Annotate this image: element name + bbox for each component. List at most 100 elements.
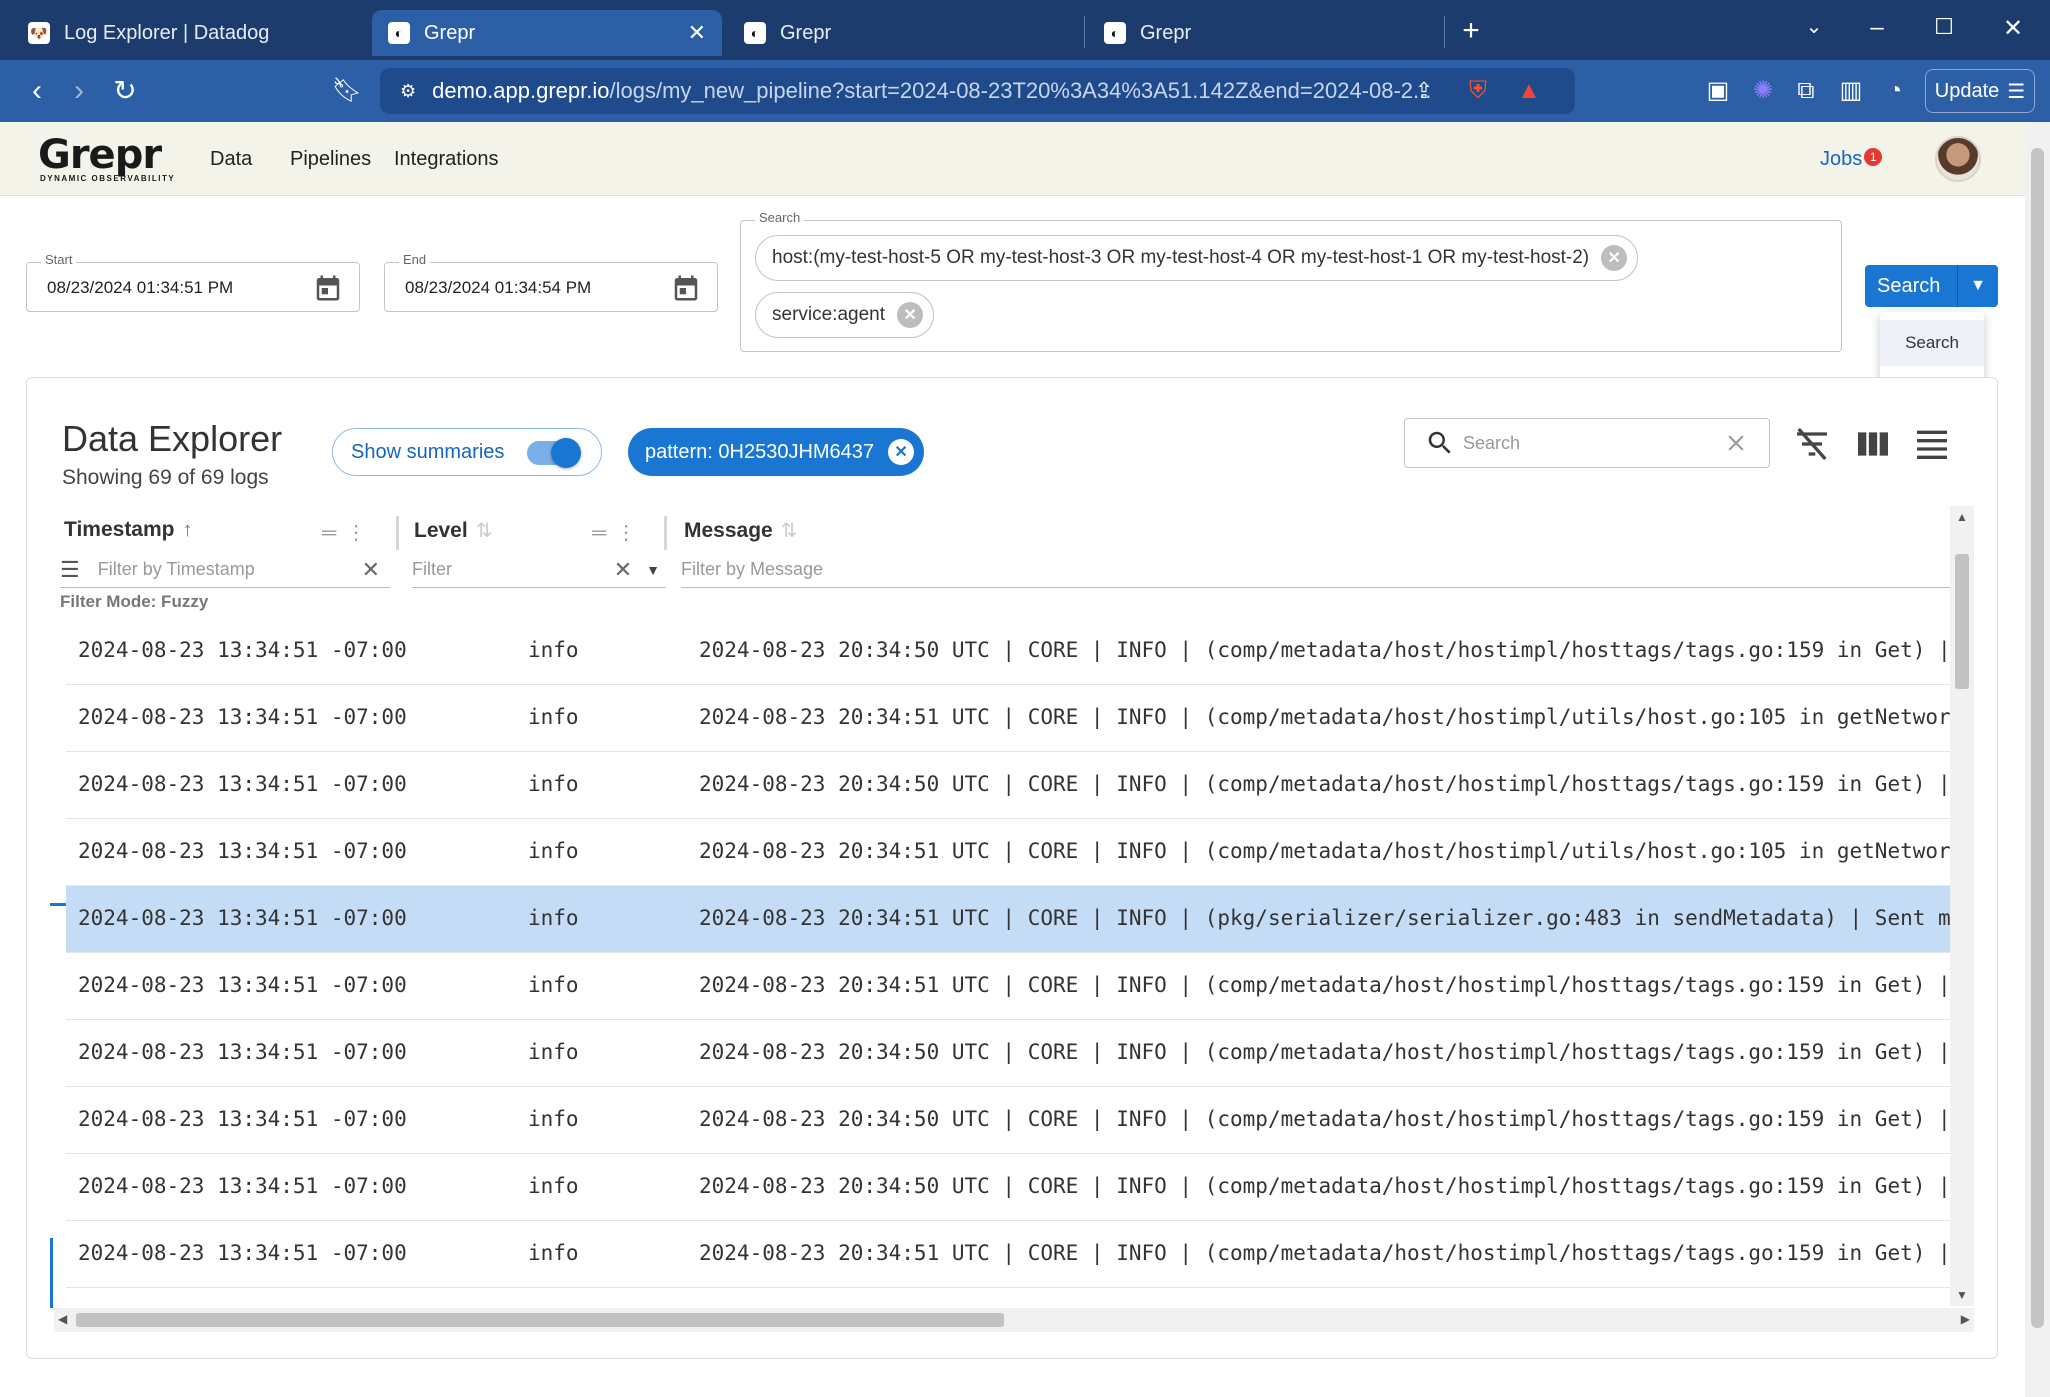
bookmark-icon[interactable]: 🔖︎ xyxy=(330,74,364,108)
column-options-icon[interactable]: ⋮ xyxy=(616,522,646,544)
extension-2-icon[interactable]: ✺ xyxy=(1748,76,1778,106)
filter-list-icon[interactable]: ☰ xyxy=(60,557,80,583)
search-button[interactable]: Search xyxy=(1865,275,1957,298)
extensions-puzzle-icon[interactable]: ⧉ xyxy=(1791,76,1821,106)
pattern-filter-chip[interactable]: pattern: 0H2530JHM6437 ✕ xyxy=(628,428,925,476)
tab-grepr-3[interactable]: ◐ Grepr xyxy=(1104,10,1434,56)
sidebar-icon[interactable]: ▥ xyxy=(1836,76,1866,106)
nav-integrations[interactable]: Integrations xyxy=(394,148,499,171)
menu-item-search[interactable]: Search xyxy=(1880,320,1984,366)
drag-handle-icon[interactable]: ═ xyxy=(322,522,346,544)
page-scrollbar-thumb[interactable] xyxy=(2031,148,2044,1328)
level-filter[interactable]: Filter ✕ ▼ xyxy=(412,552,666,588)
scroll-up-icon[interactable]: ▲ xyxy=(1956,510,1968,524)
row-timestamp: 2024-08-23 13:34:51 -07:00 xyxy=(78,839,407,863)
scroll-right-icon[interactable]: ▶ xyxy=(1961,1312,1970,1326)
start-value: 08/23/2024 01:34:51 PM xyxy=(47,278,234,297)
tab-search-chevron-icon[interactable]: ⌄ xyxy=(1797,14,1831,39)
table-search-input[interactable] xyxy=(1463,432,1703,454)
extension-1-icon[interactable]: ▣ xyxy=(1703,76,1733,106)
column-header-timestamp[interactable]: Timestamp ↑ xyxy=(64,518,193,542)
clear-filter-icon[interactable]: ✕ xyxy=(614,557,632,583)
table-row[interactable]: 2024-08-23 13:34:51 -07:00 info 2024-08-23… xyxy=(66,1020,1952,1087)
column-label: Timestamp xyxy=(64,518,175,541)
maximize-icon[interactable]: ☐ xyxy=(1927,14,1961,40)
page-scrollbar[interactable] xyxy=(2025,122,2050,1397)
table-row[interactable]: 2024-08-23 13:34:51 -07:00 info 2024-08-23… xyxy=(66,886,1952,953)
close-window-icon[interactable]: ✕ xyxy=(1996,14,2030,43)
close-tab-icon[interactable]: ✕ xyxy=(688,20,706,46)
tab-grepr-2[interactable]: ◐ Grepr xyxy=(744,10,1074,56)
forward-icon[interactable]: › xyxy=(62,74,96,108)
scroll-down-icon[interactable]: ▼ xyxy=(1956,1288,1968,1302)
query-search-box[interactable]: Search host:(my-test-host-5 OR my-test-h… xyxy=(740,210,1842,352)
tab-datadog[interactable]: 🐶 Log Explorer | Datadog xyxy=(28,10,368,56)
dropdown-arrow-icon[interactable]: ▼ xyxy=(1958,277,1998,295)
sort-icon[interactable]: ⇅ xyxy=(476,518,493,543)
density-icon[interactable] xyxy=(1912,424,1952,464)
summaries-switch[interactable] xyxy=(527,438,581,468)
table-row[interactable]: 2024-08-23 13:34:51 -07:00 info 2024-08-23… xyxy=(66,752,1952,819)
column-menu-timestamp[interactable]: ═⋮ xyxy=(322,520,376,545)
start-date-field[interactable]: Start 08/23/2024 01:34:51 PM xyxy=(26,252,360,312)
query-chip-service[interactable]: service:agent ✕ xyxy=(755,292,935,338)
grid-vertical-thumb[interactable] xyxy=(1955,554,1969,689)
calendar-icon[interactable] xyxy=(671,273,701,303)
column-menu-level[interactable]: ═⋮ xyxy=(592,520,646,545)
remove-chip-icon[interactable]: ✕ xyxy=(897,302,924,328)
table-row[interactable]: 2024-08-23 13:34:51 -07:00 info 2024-08-23… xyxy=(66,953,1952,1020)
sort-icon[interactable]: ⇅ xyxy=(781,518,798,543)
jobs-link[interactable]: Jobs 1 xyxy=(1820,148,1883,171)
remove-pattern-icon[interactable]: ✕ xyxy=(888,439,915,465)
query-chip-host[interactable]: host:(my-test-host-5 OR my-test-host-3 O… xyxy=(755,235,1639,281)
brave-shield-icon[interactable]: ⛨ xyxy=(1463,76,1493,106)
column-resize-handle[interactable] xyxy=(664,516,667,550)
reload-icon[interactable]: ↻ xyxy=(108,74,142,108)
clear-filters-icon[interactable] xyxy=(1792,424,1832,464)
search-split-button[interactable]: Search ▼ xyxy=(1865,265,1998,307)
remove-chip-icon[interactable]: ✕ xyxy=(1601,245,1628,271)
share-icon[interactable]: ⇪ xyxy=(1409,76,1439,106)
grepr-logo[interactable]: Grepr xyxy=(38,132,162,178)
table-row[interactable]: 2024-08-23 13:34:51 -07:00 info 2024-08-23… xyxy=(66,1221,1952,1288)
table-row[interactable]: 2024-08-23 13:34:51 -07:00 info 2024-08-23… xyxy=(66,618,1952,685)
sort-ascending-icon[interactable]: ↑ xyxy=(183,519,193,542)
column-header-message[interactable]: Message ⇅ xyxy=(684,518,797,543)
grid-horizontal-thumb[interactable] xyxy=(76,1313,1004,1327)
site-settings-icon[interactable]: ⚙ xyxy=(400,81,416,102)
table-row[interactable]: 2024-08-23 13:34:51 -07:00 info 2024-08-23… xyxy=(66,685,1952,752)
nav-data[interactable]: Data xyxy=(210,148,252,171)
grid-horizontal-scrollbar[interactable]: ◀ ▶ xyxy=(54,1308,1974,1332)
address-bar[interactable]: ⚙ demo.app.grepr.io /logs/my_new_pipelin… xyxy=(380,68,1575,114)
nav-pipelines[interactable]: Pipelines xyxy=(290,148,371,171)
columns-icon[interactable] xyxy=(1853,424,1893,464)
message-filter[interactable]: Filter by Message xyxy=(681,552,1951,588)
tab-grepr-active[interactable]: ◐ Grepr ✕ xyxy=(372,10,722,56)
user-avatar[interactable] xyxy=(1935,136,1981,182)
update-button[interactable]: Update ☰ xyxy=(1925,69,2035,113)
new-tab-icon[interactable]: + xyxy=(1454,14,1488,48)
column-resize-handle[interactable] xyxy=(396,516,399,550)
row-timestamp: 2024-08-23 13:34:51 -07:00 xyxy=(78,973,407,997)
chip-text: service:agent xyxy=(772,304,886,325)
column-header-level[interactable]: Level ⇅ xyxy=(414,518,492,543)
end-date-field[interactable]: End 08/23/2024 01:34:54 PM xyxy=(384,252,718,312)
clear-filter-icon[interactable]: ✕ xyxy=(362,557,380,583)
table-row[interactable]: 2024-08-23 13:34:51 -07:00 info 2024-08-23… xyxy=(66,819,1952,886)
table-row[interactable]: 2024-08-23 13:34:51 -07:00 info 2024-08-23… xyxy=(66,1154,1952,1221)
timestamp-filter[interactable]: ☰ Filter by Timestamp ✕ xyxy=(60,552,390,588)
show-summaries-toggle[interactable]: Show summaries xyxy=(332,428,602,476)
wallet-icon[interactable]: ◔ xyxy=(1880,76,1910,106)
clear-search-icon[interactable] xyxy=(1723,430,1749,456)
brave-rewards-icon[interactable]: ▲ xyxy=(1514,76,1544,106)
calendar-icon[interactable] xyxy=(313,273,343,303)
table-search-field[interactable] xyxy=(1404,418,1770,468)
minimize-icon[interactable]: – xyxy=(1860,14,1894,42)
table-row[interactable]: 2024-08-23 13:34:51 -07:00 info 2024-08-23… xyxy=(66,1087,1952,1154)
drag-handle-icon[interactable]: ═ xyxy=(592,522,616,544)
scroll-left-icon[interactable]: ◀ xyxy=(58,1312,67,1326)
level-dropdown-icon[interactable]: ▼ xyxy=(646,562,660,578)
column-options-icon[interactable]: ⋮ xyxy=(346,522,376,544)
back-icon[interactable]: ‹ xyxy=(20,74,54,108)
grid-vertical-scrollbar[interactable]: ▲ ▼ xyxy=(1950,506,1974,1306)
